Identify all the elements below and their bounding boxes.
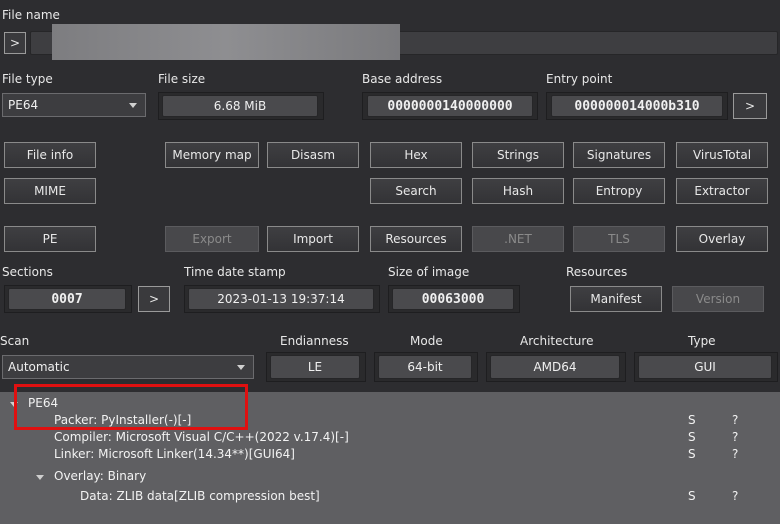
- info-question[interactable]: ?: [732, 489, 738, 503]
- mode-label: Mode: [410, 334, 443, 348]
- hex-button[interactable]: Hex: [370, 142, 462, 168]
- resources-label: Resources: [566, 265, 628, 279]
- tree-item-overlay[interactable]: Overlay: Binary: [54, 469, 146, 483]
- entropy-button[interactable]: Entropy: [573, 178, 665, 204]
- file-name-browse-button[interactable]: >: [4, 32, 26, 54]
- file-size-value: 6.68 MiB: [162, 95, 318, 117]
- file-info-button[interactable]: File info: [4, 142, 96, 168]
- scan-value: Automatic: [8, 360, 70, 374]
- highlight-box: [14, 384, 248, 430]
- import-button[interactable]: Import: [267, 226, 359, 252]
- extractor-button[interactable]: Extractor: [676, 178, 768, 204]
- hash-button[interactable]: Hash: [472, 178, 564, 204]
- file-type-select[interactable]: PE64: [2, 93, 146, 117]
- net-button[interactable]: .NET: [472, 226, 564, 252]
- export-button[interactable]: Export: [165, 226, 259, 252]
- file-size-label: File size: [158, 72, 206, 86]
- virustotal-button[interactable]: VirusTotal: [676, 142, 768, 168]
- memory-map-button[interactable]: Memory map: [165, 142, 259, 168]
- tree-item-overlay-data[interactable]: Data: ZLIB data[ZLIB compression best]: [80, 489, 320, 503]
- mime-button[interactable]: MIME: [4, 178, 96, 204]
- endianness-value: LE: [270, 355, 360, 379]
- collapse-arrow-icon[interactable]: [36, 475, 44, 480]
- tree-item-compiler[interactable]: Compiler: Microsoft Visual C/C++(2022 v.…: [54, 430, 349, 444]
- entry-point-value: 000000014000b310: [551, 95, 723, 117]
- scan-label: Scan: [0, 334, 30, 348]
- file-type-value: PE64: [8, 98, 39, 112]
- endianness-label: Endianness: [280, 334, 349, 348]
- chevron-down-icon: [129, 103, 137, 108]
- signature-flag[interactable]: S: [688, 447, 696, 461]
- entry-point-label: Entry point: [546, 72, 613, 86]
- chevron-down-icon: [237, 365, 245, 370]
- file-name-redaction: [52, 24, 400, 60]
- version-button[interactable]: Version: [672, 286, 764, 312]
- signature-flag[interactable]: S: [688, 413, 696, 427]
- disasm-button[interactable]: Disasm: [267, 142, 359, 168]
- type-label: Type: [688, 334, 716, 348]
- size-of-image-label: Size of image: [388, 265, 470, 279]
- file-name-label: File name: [2, 8, 60, 22]
- resources-button[interactable]: Resources: [370, 226, 462, 252]
- time-date-stamp-value: 2023-01-13 19:37:14: [188, 288, 374, 310]
- signature-flag[interactable]: S: [688, 430, 696, 444]
- size-of-image-value: 00063000: [392, 288, 514, 310]
- architecture-label: Architecture: [520, 334, 594, 348]
- manifest-button[interactable]: Manifest: [570, 286, 662, 312]
- sections-value: 0007: [8, 288, 126, 310]
- scan-select[interactable]: Automatic: [2, 355, 254, 379]
- signature-flag[interactable]: S: [688, 489, 696, 503]
- base-address-label: Base address: [362, 72, 443, 86]
- info-question[interactable]: ?: [732, 447, 738, 461]
- info-question[interactable]: ?: [732, 413, 738, 427]
- sections-label: Sections: [2, 265, 53, 279]
- info-question[interactable]: ?: [732, 430, 738, 444]
- architecture-value: AMD64: [490, 355, 620, 379]
- tree-item-linker[interactable]: Linker: Microsoft Linker(14.34**)[GUI64]: [54, 447, 295, 461]
- time-date-stamp-label: Time date stamp: [184, 265, 286, 279]
- type-value: GUI: [638, 355, 772, 379]
- overlay-button[interactable]: Overlay: [676, 226, 768, 252]
- tls-button[interactable]: TLS: [573, 226, 665, 252]
- strings-button[interactable]: Strings: [472, 142, 564, 168]
- signatures-button[interactable]: Signatures: [573, 142, 665, 168]
- mode-value: 64-bit: [378, 355, 472, 379]
- entry-point-button[interactable]: >: [733, 93, 767, 119]
- file-type-label: File type: [2, 72, 53, 86]
- sections-button[interactable]: >: [138, 286, 170, 312]
- search-button[interactable]: Search: [370, 178, 462, 204]
- pe-button[interactable]: PE: [4, 226, 96, 252]
- base-address-value: 0000000140000000: [367, 95, 533, 117]
